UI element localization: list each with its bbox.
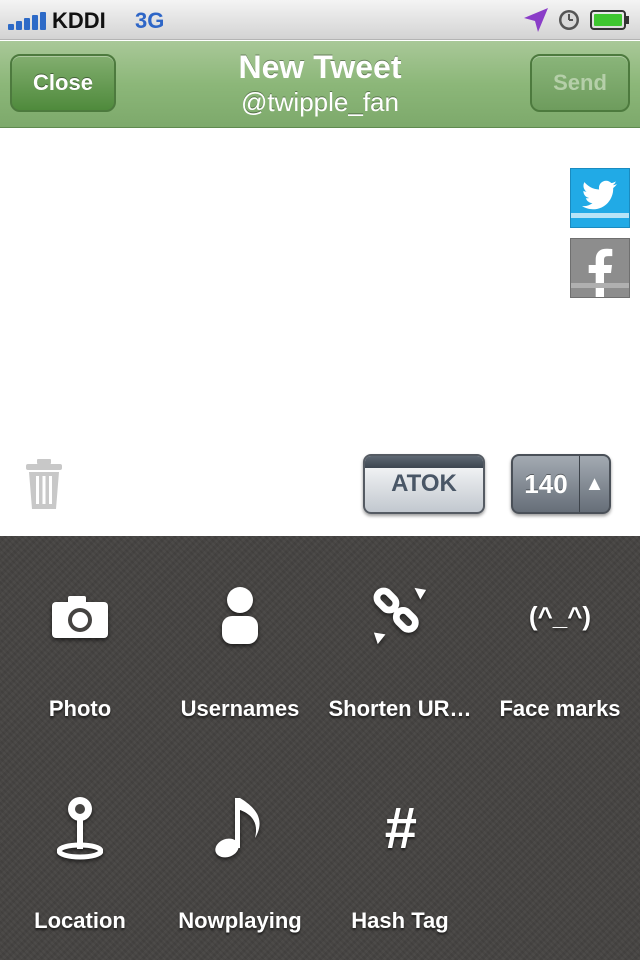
- status-bar: KDDI 3G: [0, 0, 640, 40]
- twitter-share-toggle[interactable]: [570, 168, 630, 228]
- twitter-icon: [571, 180, 629, 218]
- tool-nowplaying[interactable]: Nowplaying: [160, 748, 320, 938]
- tool-hash-tag[interactable]: # Hash Tag: [320, 748, 480, 938]
- location-arrow-icon: [524, 8, 548, 32]
- clock-icon: [559, 10, 579, 30]
- facebook-icon: [571, 248, 629, 297]
- signal-icon: [8, 12, 48, 30]
- atok-button[interactable]: ATOK: [363, 454, 485, 514]
- tool-label: Shorten UR…: [328, 696, 472, 721]
- battery-icon: [590, 10, 629, 30]
- tool-photo[interactable]: Photo: [0, 536, 160, 726]
- tool-label: Hash Tag: [351, 908, 449, 933]
- network-type: 3G: [135, 8, 165, 33]
- hashtag-icon: #: [383, 795, 417, 861]
- account-name: @twipple_fan: [241, 87, 399, 117]
- camera-icon: [52, 596, 108, 638]
- compose-area: ATOK 140 ▲: [0, 129, 640, 536]
- tool-label: Photo: [48, 696, 112, 721]
- char-counter-button[interactable]: 140 ▲: [511, 454, 611, 514]
- tool-face-marks[interactable]: (^_^) Face marks: [480, 536, 640, 726]
- facebook-share-toggle[interactable]: [570, 238, 630, 298]
- tool-label: Face marks: [499, 696, 621, 721]
- broken-link-icon: [373, 587, 427, 645]
- char-count: 140: [524, 468, 568, 499]
- tweet-text-input[interactable]: [10, 139, 550, 439]
- atok-label: ATOK: [391, 470, 457, 497]
- tool-palette: Photo Usernames Shorten UR… (^_^) Face m…: [0, 536, 640, 960]
- send-button[interactable]: Send: [530, 54, 630, 112]
- trash-icon[interactable]: [24, 459, 64, 511]
- expand-arrow-icon: ▲: [579, 456, 609, 512]
- tool-location[interactable]: Location: [0, 748, 160, 938]
- tool-usernames[interactable]: Usernames: [160, 536, 320, 726]
- face-mark-icon: (^_^): [528, 600, 592, 631]
- tool-shorten-url[interactable]: Shorten UR…: [320, 536, 480, 726]
- map-pin-icon: [57, 797, 103, 860]
- music-note-icon: [215, 798, 260, 858]
- nav-bar: Close New Tweet @twipple_fan Send: [0, 41, 640, 128]
- person-icon: [222, 587, 258, 644]
- tool-label: Nowplaying: [178, 908, 302, 933]
- tool-label: Usernames: [180, 696, 300, 721]
- page-title: New Tweet: [238, 49, 402, 85]
- carrier-name: KDDI: [52, 8, 106, 33]
- tool-label: Location: [34, 908, 126, 933]
- close-button[interactable]: Close: [10, 54, 116, 112]
